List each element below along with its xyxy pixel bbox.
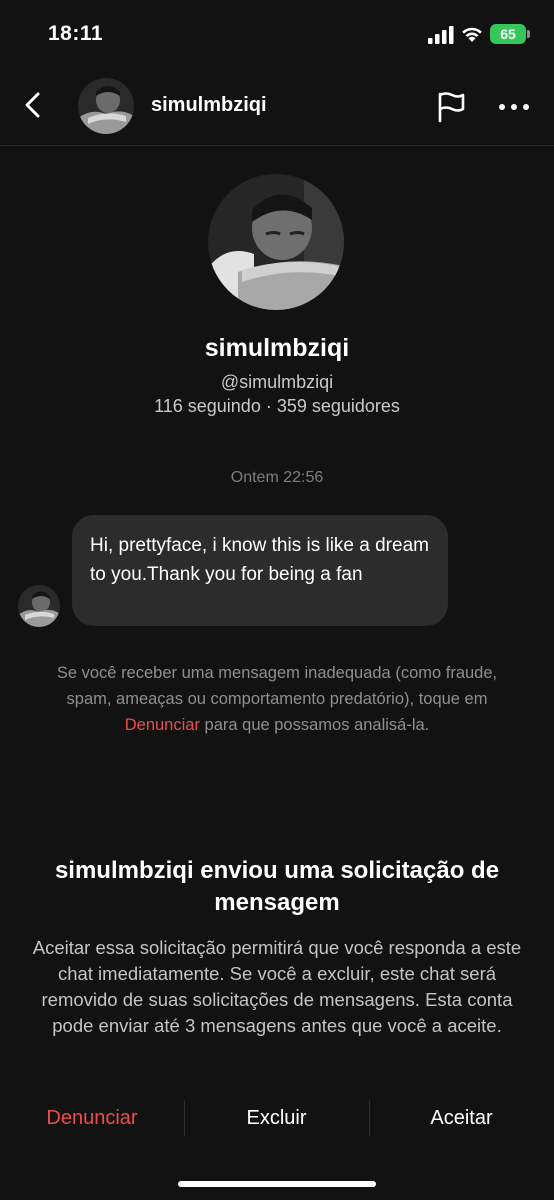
report-notice: Se você receber uma mensagem inadequada … bbox=[40, 660, 514, 738]
more-icon[interactable] bbox=[496, 94, 532, 120]
message-timestamp: Ontem 22:56 bbox=[230, 469, 324, 486]
profile-stats: 116 seguindo · 359 seguidores bbox=[154, 396, 400, 416]
notice-text-after: para que possamos analisá-la. bbox=[199, 716, 430, 734]
profile-photo bbox=[208, 174, 344, 310]
signal-icon bbox=[428, 26, 454, 44]
profile-name: simulmbziqi bbox=[204, 334, 350, 362]
header-avatar[interactable] bbox=[78, 78, 134, 134]
chat-header: simulmbziqi bbox=[0, 68, 554, 146]
sender-avatar[interactable] bbox=[18, 585, 60, 627]
chat-request-screen: 18:11 65 simulmbziqi simulmbziqi @simulm… bbox=[0, 0, 554, 1200]
status-time: 18:11 bbox=[48, 22, 104, 45]
profile-handle: @simulmbziqi bbox=[220, 372, 334, 392]
flag-icon[interactable] bbox=[434, 90, 468, 124]
notice-text-before: Se você receber uma mensagem inadequada … bbox=[56, 664, 498, 708]
wifi-icon bbox=[462, 27, 482, 42]
sender-photo bbox=[18, 585, 60, 627]
message-bubble[interactable]: Hi, prettyface, i know this is like a dr… bbox=[72, 515, 448, 626]
delete-button[interactable]: Excluir bbox=[184, 1096, 369, 1140]
avatar-photo bbox=[78, 78, 134, 134]
battery-level: 65 bbox=[500, 26, 516, 42]
request-title: simulmbziqi enviou uma solicitação de me… bbox=[54, 857, 500, 916]
request-description: Aceitar essa solicitação permitirá que v… bbox=[32, 937, 522, 1036]
accept-button[interactable]: Aceitar bbox=[369, 1096, 554, 1140]
status-bar: 18:11 65 bbox=[0, 0, 554, 68]
back-arrow-icon[interactable] bbox=[18, 90, 48, 120]
report-button[interactable]: Denunciar bbox=[0, 1096, 184, 1140]
request-actions: Denunciar Excluir Aceitar bbox=[0, 1096, 554, 1140]
header-username[interactable]: simulmbziqi bbox=[151, 94, 267, 117]
home-indicator[interactable] bbox=[178, 1181, 376, 1187]
battery-charging-icon: 65 bbox=[490, 24, 530, 44]
profile-avatar[interactable] bbox=[208, 174, 344, 310]
report-link[interactable]: Denunciar bbox=[125, 716, 200, 734]
